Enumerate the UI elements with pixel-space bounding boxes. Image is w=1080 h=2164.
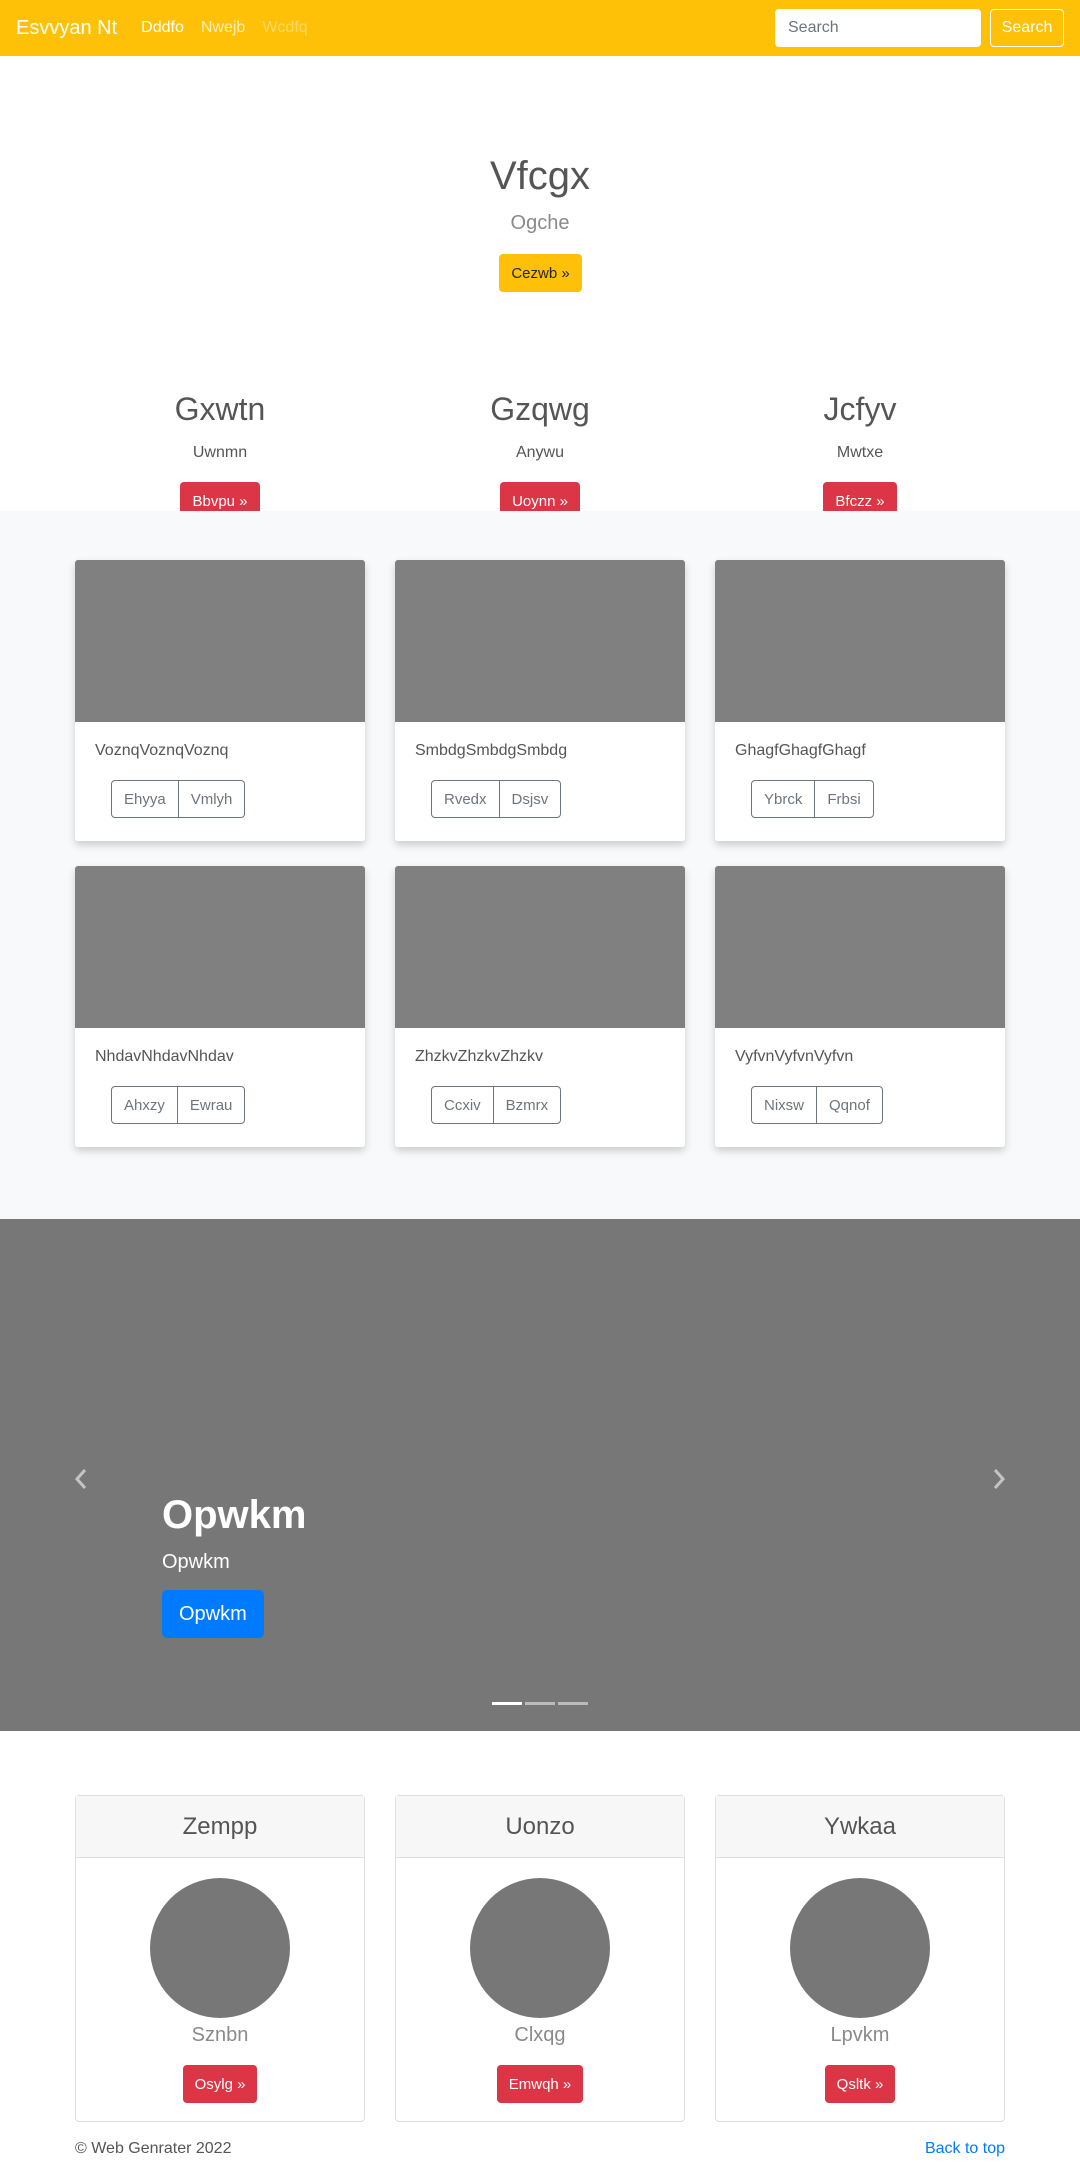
card-button[interactable]: Qqnof bbox=[816, 1086, 883, 1124]
nav-link-nwejb[interactable]: Nwejb bbox=[201, 19, 245, 37]
card-text: ZhzkvZhzkvZhzkv bbox=[415, 1048, 544, 1065]
avatar bbox=[470, 1878, 610, 2018]
profile-card: Zempp Sznbn Osylg » bbox=[75, 1795, 365, 2122]
card-button-group: Nixsw Qqnof bbox=[751, 1086, 883, 1124]
feature-title: Gzqwg bbox=[490, 391, 590, 427]
card-image-placeholder bbox=[395, 560, 685, 722]
avatar bbox=[790, 1878, 930, 2018]
card-image-placeholder bbox=[395, 866, 685, 1028]
profile-card-header: Ywkaa bbox=[716, 1796, 1004, 1858]
card-button[interactable]: Bzmrx bbox=[492, 1086, 562, 1124]
nav-link-wcdfq: Wcdfq bbox=[262, 19, 308, 36]
card-button[interactable]: Ccxiv bbox=[431, 1086, 494, 1124]
album-card: NhdavNhdavNhdav Ahxzy Ewrau bbox=[75, 866, 365, 1147]
album-card: GhagfGhagfGhagf Ybrck Frbsi bbox=[715, 560, 1005, 841]
chevron-left-icon bbox=[74, 1469, 87, 1489]
search-input[interactable] bbox=[775, 9, 981, 47]
card-text: VyfvnVyfvnVyfvn bbox=[735, 1048, 854, 1065]
card-text: VoznqVoznqVoznq bbox=[95, 742, 229, 759]
card-image-placeholder bbox=[75, 866, 365, 1028]
profile-card-body: Sznbn Osylg » bbox=[76, 1878, 364, 2103]
card-button[interactable]: Frbsi bbox=[814, 780, 874, 818]
carousel-indicators bbox=[0, 1702, 1080, 1705]
profile-card-body: Clxqg Emwqh » bbox=[396, 1878, 684, 2103]
album-section: VoznqVoznqVoznq Ehyya Vmlyh SmbdgSmbdgSm… bbox=[0, 511, 1080, 1219]
card-button[interactable]: Ybrck bbox=[751, 780, 816, 818]
profile-card-text: Lpvkm bbox=[830, 2024, 890, 2046]
feature-text: Uwnmn bbox=[192, 444, 248, 461]
card-button[interactable]: Rvedx bbox=[431, 780, 500, 818]
chevron-right-icon bbox=[993, 1469, 1006, 1489]
profile-card-button[interactable]: Qsltk » bbox=[824, 2065, 896, 2103]
feature-title: Jcfyv bbox=[823, 391, 897, 427]
carousel: Opwkm Opwkm Opwkm bbox=[0, 1219, 1080, 1731]
profile-card-text: Sznbn bbox=[191, 2024, 249, 2046]
feature-column: Gzqwg Anywu Uoynn » bbox=[390, 385, 690, 520]
hero-section: Vfcgx Ogche Cezwb » bbox=[0, 56, 1080, 356]
avatar bbox=[150, 1878, 290, 2018]
card-button-group: Ehyya Vmlyh bbox=[111, 780, 246, 818]
card-button-group: Rvedx Dsjsv bbox=[431, 780, 562, 818]
profile-card-header: Uonzo bbox=[396, 1796, 684, 1858]
footer: © Web Genrater 2022 Back to top bbox=[75, 2140, 1005, 2158]
profile-card-text: Clxqg bbox=[514, 2024, 566, 2046]
hero-lead: Ogche bbox=[510, 212, 570, 234]
navbar: Esvvyan Nt Dddfo Nwejb Wcdfq Search bbox=[0, 0, 1080, 56]
profile-card-body: Lpvkm Qsltk » bbox=[716, 1878, 1004, 2103]
card-button[interactable]: Dsjsv bbox=[498, 780, 562, 818]
search-button[interactable]: Search bbox=[990, 9, 1064, 47]
card-button[interactable]: Vmlyh bbox=[177, 780, 246, 818]
card-button[interactable]: Nixsw bbox=[751, 1086, 817, 1124]
card-text: GhagfGhagfGhagf bbox=[735, 742, 866, 759]
search-form: Search bbox=[775, 9, 1064, 47]
hero-title: Vfcgx bbox=[489, 154, 591, 198]
profile-card-button[interactable]: Osylg » bbox=[182, 2065, 258, 2103]
card-image-placeholder bbox=[75, 560, 365, 722]
card-button[interactable]: Ahxzy bbox=[111, 1086, 178, 1124]
feature-column: Jcfyv Mwtxe Bfczz » bbox=[710, 385, 1010, 520]
card-image-placeholder bbox=[715, 866, 1005, 1028]
profile-card: Ywkaa Lpvkm Qsltk » bbox=[715, 1795, 1005, 2122]
copyright-text: © Web Genrater 2022 bbox=[75, 2140, 232, 2157]
card-button-group: Ybrck Frbsi bbox=[751, 780, 874, 818]
album-card: ZhzkvZhzkvZhzkv Ccxiv Bzmrx bbox=[395, 866, 685, 1147]
card-text: NhdavNhdavNhdav bbox=[95, 1048, 234, 1065]
nav-link-dddfo[interactable]: Dddfo bbox=[141, 19, 184, 37]
carousel-indicator[interactable] bbox=[525, 1702, 555, 1705]
album-card: VyfvnVyfvnVyfvn Nixsw Qqnof bbox=[715, 866, 1005, 1147]
profile-card-button[interactable]: Emwqh » bbox=[496, 2065, 584, 2103]
carousel-button[interactable]: Opwkm bbox=[162, 1590, 264, 1638]
feature-title: Gxwtn bbox=[174, 391, 266, 427]
album-card: VoznqVoznqVoznq Ehyya Vmlyh bbox=[75, 560, 365, 841]
album-card: SmbdgSmbdgSmbdg Rvedx Dsjsv bbox=[395, 560, 685, 841]
card-button[interactable]: Ehyya bbox=[111, 780, 179, 818]
carousel-title: Opwkm bbox=[162, 1493, 307, 1537]
carousel-next-button[interactable] bbox=[979, 1459, 1019, 1499]
hero-button[interactable]: Cezwb » bbox=[499, 254, 582, 292]
card-button-group: Ccxiv Bzmrx bbox=[431, 1086, 562, 1124]
card-text: SmbdgSmbdgSmbdg bbox=[415, 742, 568, 759]
carousel-indicator[interactable] bbox=[558, 1702, 588, 1705]
feature-text: Anywu bbox=[515, 444, 565, 461]
brand-link[interactable]: Esvvyan Nt bbox=[16, 17, 117, 40]
carousel-subtitle: Opwkm bbox=[162, 1551, 230, 1573]
feature-text: Mwtxe bbox=[836, 444, 884, 461]
carousel-prev-button[interactable] bbox=[61, 1459, 101, 1499]
profile-card: Uonzo Clxqg Emwqh » bbox=[395, 1795, 685, 2122]
card-image-placeholder bbox=[715, 560, 1005, 722]
back-to-top-link[interactable]: Back to top bbox=[925, 2140, 1005, 2158]
feature-column: Gxwtn Uwnmn Bbvpu » bbox=[70, 385, 370, 520]
carousel-caption: Opwkm Opwkm Opwkm bbox=[162, 1491, 306, 1638]
card-button-group: Ahxzy Ewrau bbox=[111, 1086, 246, 1124]
card-button[interactable]: Ewrau bbox=[176, 1086, 246, 1124]
carousel-indicator[interactable] bbox=[492, 1702, 522, 1705]
profile-card-header: Zempp bbox=[76, 1796, 364, 1858]
